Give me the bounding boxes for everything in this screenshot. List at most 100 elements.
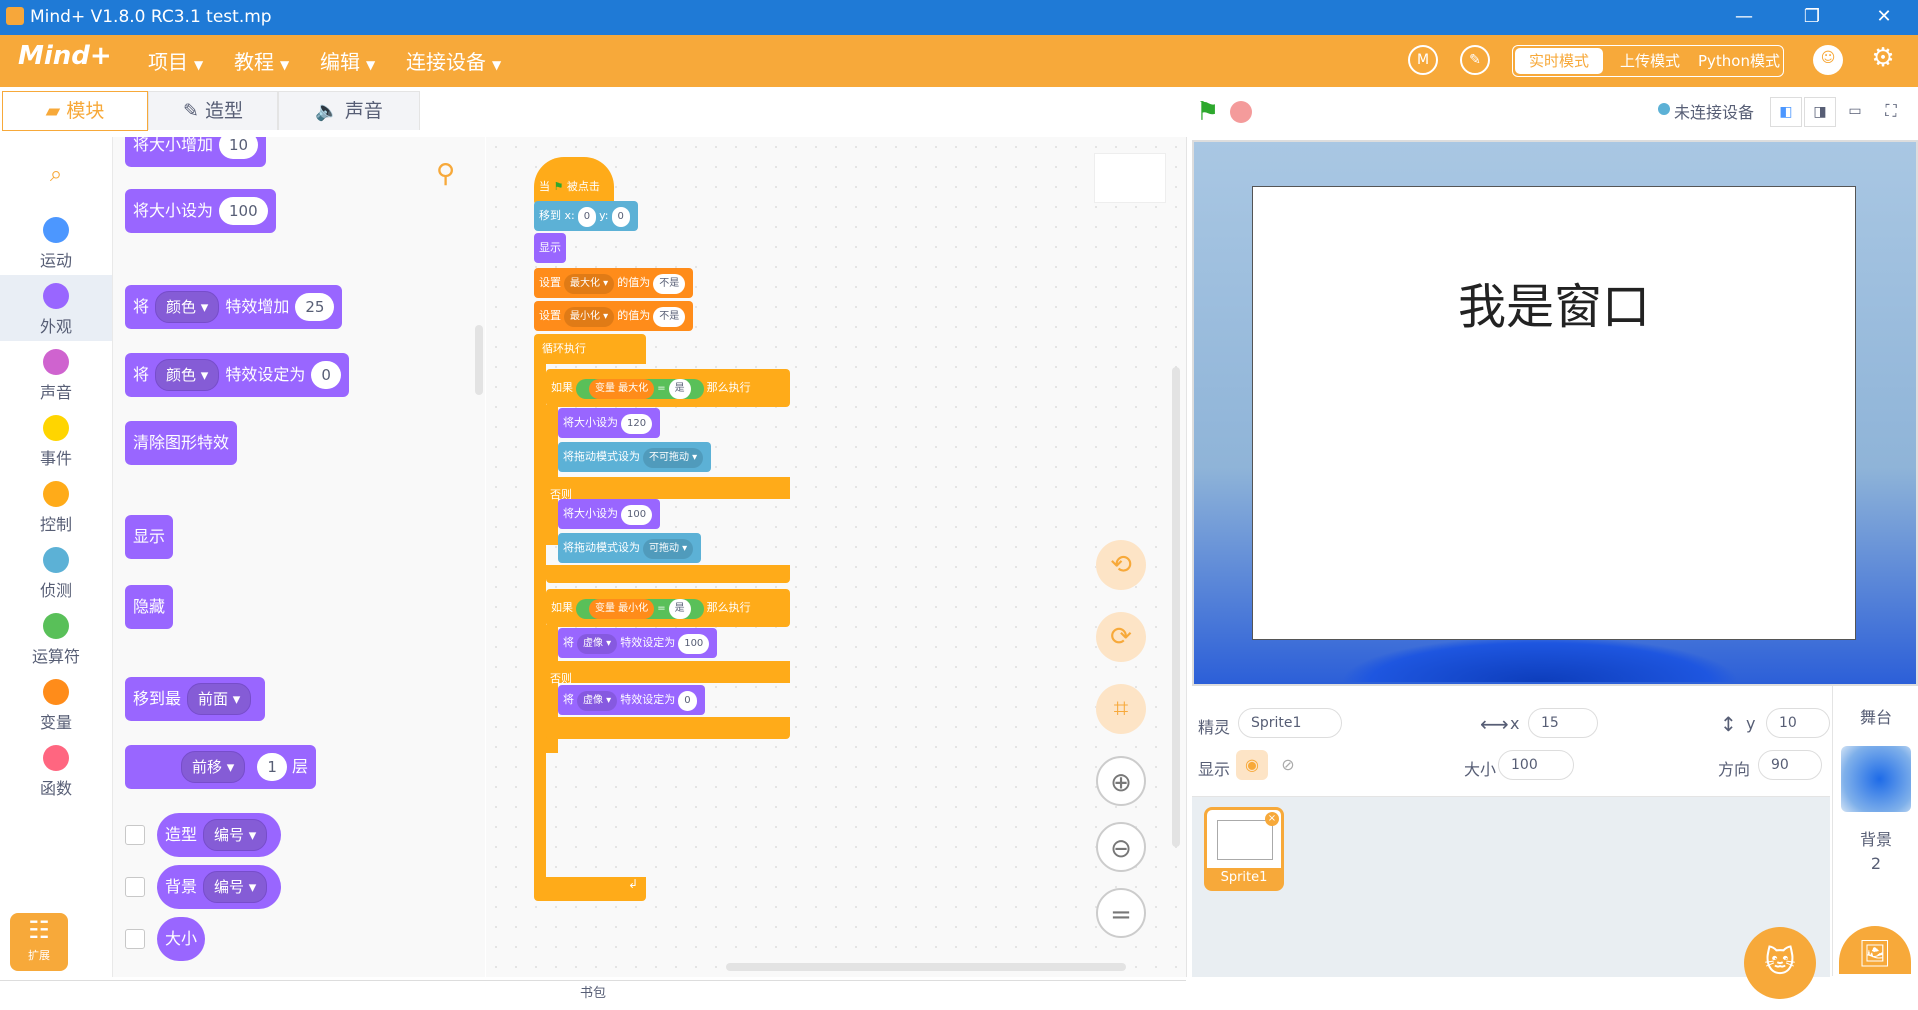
workspace-horizontal-scrollbar[interactable] <box>726 963 1126 971</box>
block-input[interactable]: 25 <box>295 293 335 321</box>
block-input[interactable]: 0 <box>678 691 697 711</box>
set-effect-block[interactable]: 将颜色 ▾ 特效设定为 0 <box>125 353 349 397</box>
category-operators[interactable]: 运算符 <box>0 605 112 671</box>
category-looks[interactable]: 外观 <box>0 275 112 341</box>
undo-icon[interactable]: ⟲ <box>1096 540 1146 590</box>
set-drag-mode-block[interactable]: 将拖动模式设为 可拖动 ▾ <box>558 533 702 563</box>
size-field[interactable]: 100 <box>1498 750 1574 780</box>
variable-dropdown[interactable]: 最大化 ▾ <box>564 274 615 294</box>
costume-reporter-block[interactable]: 造型 编号 ▾ <box>157 813 282 857</box>
menu-project[interactable]: 项目 ▼ <box>148 46 203 75</box>
block-input[interactable]: 0 <box>611 207 630 227</box>
stop-icon[interactable] <box>1230 101 1252 123</box>
category-functions[interactable]: 函数 <box>0 737 112 803</box>
drag-mode-dropdown[interactable]: 不可拖动 ▾ <box>643 448 704 468</box>
menu-connect-device[interactable]: 连接设备 ▼ <box>406 46 501 75</box>
python-mode-button[interactable]: Python模式 <box>1697 48 1781 74</box>
backdrop-checkbox[interactable] <box>125 877 145 897</box>
hide-block[interactable]: 隐藏 <box>125 585 174 629</box>
costume-dropdown[interactable]: 编号 ▾ <box>203 819 268 851</box>
backdrop-thumbnail[interactable] <box>1841 746 1911 812</box>
add-sprite-icon[interactable]: 🐱 <box>1744 927 1816 999</box>
sprite-thumbnail[interactable]: × Sprite1 <box>1204 807 1284 891</box>
stage-selector[interactable]: 舞台 背景 2 🖼 <box>1832 686 1918 976</box>
palette-scrollbar[interactable] <box>475 325 483 395</box>
move-layer-block[interactable]: 前移 ▾ 1 层 <box>125 745 316 789</box>
set-variable-min-block[interactable]: 设置 最小化 ▾ 的值为 不是 <box>534 301 694 331</box>
zoom-out-icon[interactable]: ⊖ <box>1096 822 1146 872</box>
extension-button[interactable]: ☷ 扩展 <box>10 913 68 971</box>
show-eye-icon[interactable]: ◉ <box>1236 750 1268 780</box>
block-input[interactable]: 不是 <box>653 307 686 327</box>
large-stage-icon[interactable]: ▭ <box>1840 97 1870 125</box>
category-variables[interactable]: 变量 <box>0 671 112 737</box>
effect-dropdown[interactable]: 颜色 ▾ <box>155 291 220 323</box>
fullscreen-icon[interactable]: ⛶ <box>1876 97 1906 125</box>
y-field[interactable]: 10 <box>1766 708 1830 738</box>
costume-checkbox[interactable] <box>125 825 145 845</box>
add-backdrop-icon[interactable]: 🖼 <box>1839 926 1911 974</box>
set-size-block[interactable]: 将大小设为 100 <box>125 189 276 233</box>
variable-dropdown[interactable]: 最小化 ▾ <box>564 307 615 327</box>
change-effect-block[interactable]: 将颜色 ▾ 特效增加 25 <box>125 285 343 329</box>
effect-dropdown[interactable]: 虚像 ▾ <box>577 691 618 711</box>
course-icon[interactable]: M <box>1408 45 1438 75</box>
size-reporter-block[interactable]: 大小 <box>157 917 206 961</box>
effect-dropdown[interactable]: 虚像 ▾ <box>577 634 618 654</box>
delete-sprite-icon[interactable]: × <box>1265 812 1279 826</box>
set-effect-block[interactable]: 将虚像 ▾ 特效设定为 0 <box>558 685 705 715</box>
direction-field[interactable]: 90 <box>1758 750 1822 780</box>
block-input[interactable]: 0 <box>577 207 597 227</box>
block-input[interactable]: 100 <box>621 505 653 525</box>
sprite-name-field[interactable]: Sprite1 <box>1238 708 1342 738</box>
size-checkbox[interactable] <box>125 929 145 949</box>
restore-button[interactable]: ❐ <box>1792 4 1832 30</box>
script-workspace[interactable]: ⚲ 当 ⚑ 被点击 移到 x: 0 y: 0 显示 设置 最大化 ▾ 的值为 不是 设置 最小… <box>436 137 1187 977</box>
gear-icon[interactable]: ⚙ <box>1868 45 1898 75</box>
show-block[interactable]: 显示 <box>125 515 174 559</box>
tab-costumes[interactable]: ✎ 造型 <box>148 91 278 130</box>
category-control[interactable]: 控制 <box>0 473 112 539</box>
variable-reporter[interactable]: 变量 最小化 <box>589 599 655 619</box>
zoom-in-icon[interactable]: ⊕ <box>1096 756 1146 806</box>
if-else-block[interactable]: 如果 变量 最小化 = 是那么执行 <box>546 589 790 627</box>
green-flag-icon[interactable]: ⚑ <box>1196 97 1219 127</box>
if-else-block[interactable]: 如果 变量 最大化 = 是那么执行 <box>546 369 790 407</box>
layer-dropdown[interactable]: 前面 ▾ <box>187 683 252 715</box>
block-input[interactable]: 1 <box>257 753 287 781</box>
user-avatar-icon[interactable]: ☺ <box>1813 45 1843 75</box>
search-icon[interactable]: ⌕ <box>0 155 112 195</box>
zoom-reset-icon[interactable]: = <box>1096 888 1146 938</box>
block-input[interactable]: 10 <box>219 137 259 159</box>
redo-icon[interactable]: ⟳ <box>1096 612 1146 662</box>
set-size-block[interactable]: 将大小设为 120 <box>558 408 661 438</box>
tab-blocks[interactable]: ▰ 模块 <box>2 91 148 131</box>
set-effect-block[interactable]: 将虚像 ▾ 特效设定为 100 <box>558 628 718 658</box>
category-sound[interactable]: 声音 <box>0 341 112 407</box>
drag-mode-dropdown[interactable]: 可拖动 ▾ <box>643 539 694 559</box>
when-flag-clicked-block[interactable]: 当 ⚑ 被点击 <box>534 157 614 205</box>
layer-direction-dropdown[interactable]: 前移 ▾ <box>181 751 246 783</box>
realtime-mode-button[interactable]: 实时模式 <box>1515 48 1603 74</box>
x-field[interactable]: 15 <box>1528 708 1598 738</box>
block-input[interactable]: 0 <box>311 361 341 389</box>
backdrop-reporter-block[interactable]: 背景 编号 ▾ <box>157 865 282 909</box>
set-variable-max-block[interactable]: 设置 最大化 ▾ 的值为 不是 <box>534 268 694 298</box>
crop-icon[interactable]: ⌗ <box>1096 684 1146 734</box>
backdrop-dropdown[interactable]: 编号 ▾ <box>203 871 268 903</box>
set-size-block[interactable]: 将大小设为 100 <box>558 499 661 529</box>
menu-tutorial[interactable]: 教程 ▼ <box>234 46 289 75</box>
block-input[interactable]: 不是 <box>653 274 686 294</box>
goto-xy-block[interactable]: 移到 x: 0 y: 0 <box>534 201 638 231</box>
normal-stage-icon[interactable]: ◨ <box>1804 97 1836 127</box>
category-motion[interactable]: 运动 <box>0 209 112 275</box>
category-events[interactable]: 事件 <box>0 407 112 473</box>
change-size-block[interactable]: 将大小增加 10 <box>125 137 267 167</box>
block-input[interactable]: 100 <box>678 634 710 654</box>
show-block[interactable]: 显示 <box>534 233 566 263</box>
brand-logo[interactable]: Mind+ <box>18 41 128 81</box>
block-input[interactable]: 120 <box>621 414 653 434</box>
upload-mode-button[interactable]: 上传模式 <box>1607 48 1693 74</box>
set-drag-mode-block[interactable]: 将拖动模式设为 不可拖动 ▾ <box>558 442 712 472</box>
small-stage-icon[interactable]: ◧ <box>1770 97 1802 127</box>
